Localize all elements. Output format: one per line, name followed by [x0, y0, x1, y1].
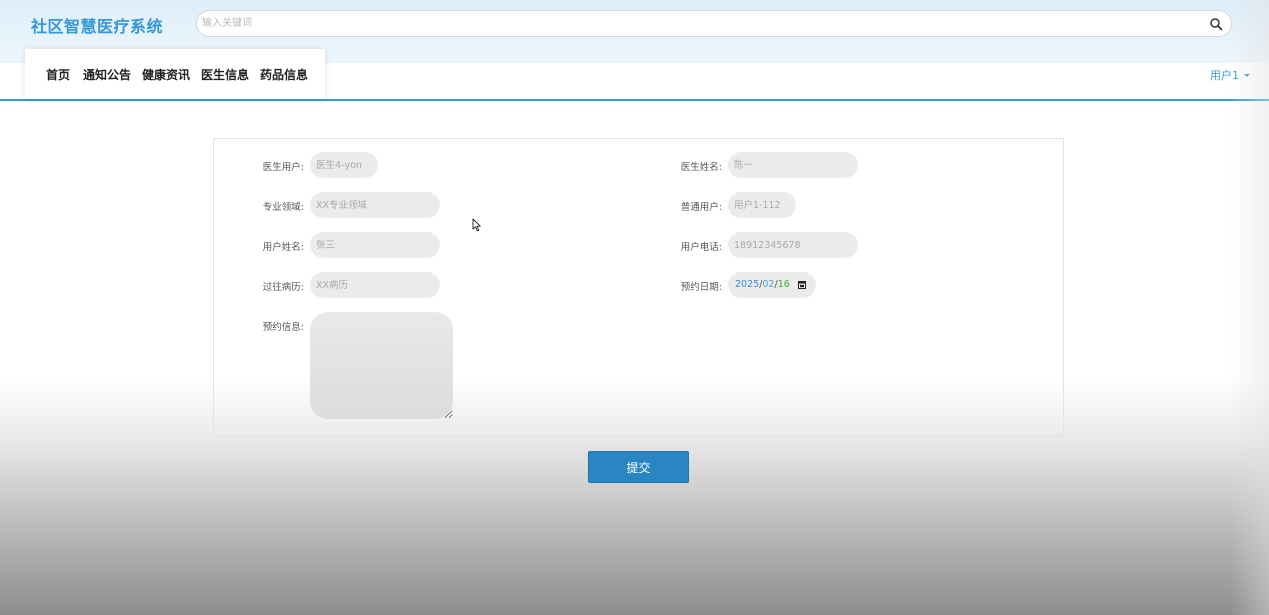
site-logo[interactable]: 社区智慧医疗系统	[31, 13, 163, 37]
nav-item-notices[interactable]: 通知公告	[83, 66, 131, 83]
search-icon[interactable]	[1209, 17, 1223, 31]
medical-history-label: 过往病历:	[262, 282, 304, 293]
nav-item-medicines[interactable]: 药品信息	[260, 66, 308, 83]
appointment-info-label: 预约信息:	[262, 322, 304, 333]
specialty-input[interactable]	[310, 192, 440, 218]
date-value: 2025/02/16	[735, 279, 790, 290]
user-phone-label: 用户电话:	[680, 242, 722, 253]
doctor-user-label: 医生用户:	[262, 162, 304, 173]
doctor-name-label: 医生姓名:	[680, 162, 722, 173]
date-day: 16	[777, 279, 790, 290]
specialty-label: 专业领域:	[262, 202, 304, 213]
appointment-info-textarea[interactable]	[310, 312, 453, 419]
mouse-cursor-icon	[472, 218, 481, 232]
search-box[interactable]	[196, 10, 1232, 37]
user-name-label: 用户姓名:	[262, 242, 304, 253]
normal-user-input[interactable]	[728, 192, 796, 218]
normal-user-label: 普通用户:	[680, 202, 722, 213]
search-input[interactable]	[202, 14, 1192, 33]
date-year: 2025	[735, 279, 760, 290]
user-menu[interactable]: 用户1	[1210, 67, 1250, 83]
doctor-user-input[interactable]	[310, 152, 378, 178]
user-name-input[interactable]	[310, 232, 440, 258]
nav-item-doctors[interactable]: 医生信息	[201, 66, 249, 83]
caret-down-icon	[1244, 73, 1250, 77]
appointment-date-label: 预约日期:	[680, 282, 722, 293]
doctor-name-input[interactable]	[728, 152, 858, 178]
user-phone-input[interactable]	[728, 232, 858, 258]
medical-history-input[interactable]	[310, 272, 440, 298]
calendar-icon[interactable]	[798, 281, 806, 289]
nav-item-health-news[interactable]: 健康资讯	[142, 66, 190, 83]
date-month: 02	[762, 279, 775, 290]
nav-item-home[interactable]: 首页	[46, 66, 70, 83]
user-name: 用户1	[1210, 69, 1239, 82]
appointment-date-input[interactable]: 2025/02/16	[728, 272, 816, 298]
submit-button[interactable]: 提交	[588, 451, 689, 483]
nav-menu: 首页 通知公告 健康资讯 医生信息 药品信息	[25, 49, 325, 99]
